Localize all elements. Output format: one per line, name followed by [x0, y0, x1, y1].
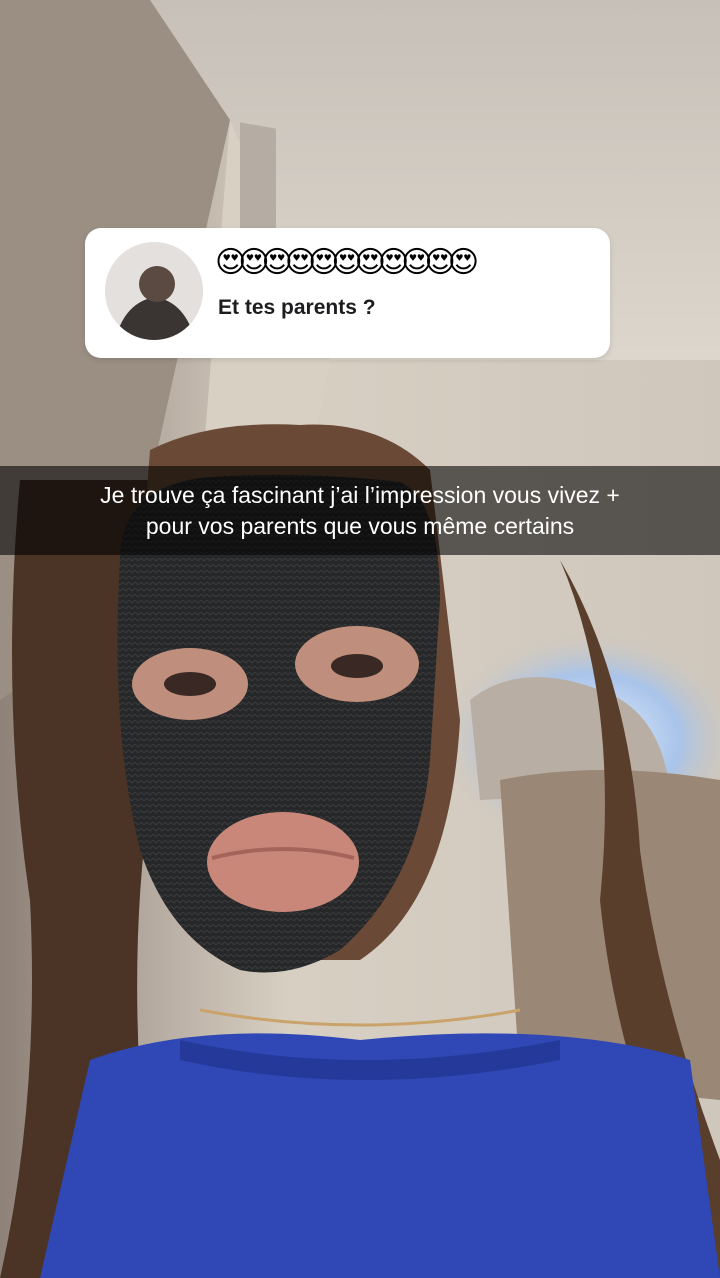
- avatar: [105, 242, 203, 340]
- camera-background: [0, 0, 720, 1278]
- caption-bar: Je trouve ça fascinant j’ai l’impression…: [0, 466, 720, 555]
- asker-name: 😍😍😍😍😍😍😍😍😍😍😍: [215, 245, 479, 280]
- avatar-photo-icon: [105, 242, 203, 340]
- question-text: Et tes parents ?: [218, 296, 376, 319]
- caption-text: Je trouve ça fascinant j’ai l’impression…: [30, 480, 690, 542]
- caption-line-1: Je trouve ça fascinant j’ai l’impression…: [100, 481, 620, 508]
- question-sticker[interactable]: 😍😍😍😍😍😍😍😍😍😍😍 Et tes parents ?: [85, 228, 610, 358]
- caption-line-2: pour vos parents que vous même certains: [145, 512, 575, 539]
